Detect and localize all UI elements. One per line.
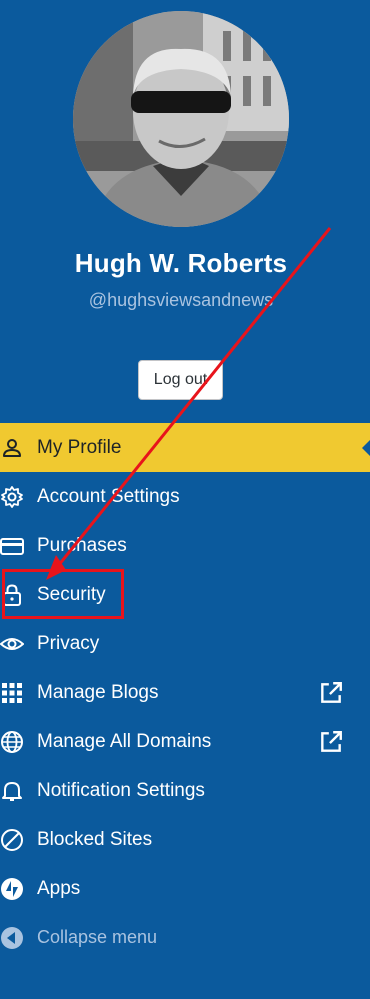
external-link-icon (318, 729, 344, 755)
gear-icon (0, 485, 24, 509)
sidebar-item-label: Notification Settings (37, 779, 205, 801)
sidebar-item-label: Purchases (37, 534, 127, 556)
sidebar-item-apps[interactable]: Apps (0, 864, 370, 913)
annotation-highlight-box (2, 569, 124, 619)
logout-button[interactable]: Log out (138, 360, 223, 400)
profile-header: Hugh W. Roberts @hughsviewsandnews Log o… (0, 0, 370, 420)
active-indicator (362, 439, 370, 456)
sidebar-item-notification-settings[interactable]: Notification Settings (0, 766, 370, 815)
sidebar-item-privacy[interactable]: Privacy (0, 619, 370, 668)
sidebar-item-my-profile[interactable]: My Profile (0, 423, 370, 472)
blocked-icon (0, 828, 24, 852)
globe-icon (0, 730, 24, 754)
jetpack-icon (0, 877, 24, 901)
sidebar-menu: My Profile Account Settings Purchases Se… (0, 423, 370, 962)
credit-card-icon (0, 534, 24, 558)
sidebar-item-label: Account Settings (37, 485, 180, 507)
sidebar-item-blocked-sites[interactable]: Blocked Sites (0, 815, 370, 864)
avatar-photo (73, 11, 289, 227)
sidebar-item-label: My Profile (37, 436, 122, 458)
person-icon (0, 436, 24, 460)
sidebar-item-label: Manage Blogs (37, 681, 159, 703)
sidebar-item-label: Apps (37, 877, 81, 899)
avatar[interactable] (73, 11, 289, 227)
sidebar-item-label: Collapse menu (37, 927, 158, 947)
bell-icon (0, 779, 24, 803)
sidebar-item-collapse-menu[interactable]: Collapse menu (0, 913, 370, 962)
sidebar-item-manage-blogs[interactable]: Manage Blogs (0, 668, 370, 717)
collapse-icon (0, 926, 24, 950)
grid-icon (0, 681, 24, 705)
external-link-icon (318, 680, 344, 706)
sidebar-item-purchases[interactable]: Purchases (0, 521, 370, 570)
sidebar-item-label: Privacy (37, 632, 100, 654)
sidebar-item-label: Blocked Sites (37, 828, 153, 850)
sidebar-item-label: Manage All Domains (37, 730, 212, 752)
sidebar-item-account-settings[interactable]: Account Settings (0, 472, 370, 521)
sidebar-item-manage-all-domains[interactable]: Manage All Domains (0, 717, 370, 766)
eye-icon (0, 632, 24, 656)
profile-name: Hugh W. Roberts (74, 248, 288, 278)
profile-handle: @hughsviewsandnews (88, 290, 274, 310)
